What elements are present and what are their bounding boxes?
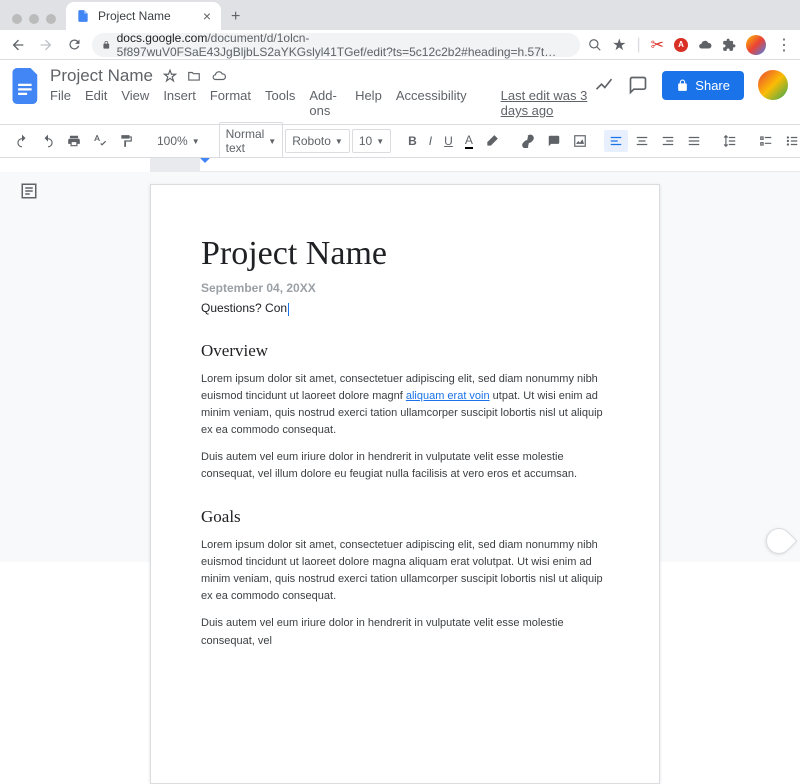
paint-format-button[interactable]	[114, 130, 138, 152]
browser-profile-avatar[interactable]	[746, 35, 766, 55]
underline-button[interactable]: U	[439, 130, 458, 152]
align-justify-button[interactable]	[682, 130, 706, 152]
menubar: File Edit View Insert Format Tools Add-o…	[50, 88, 594, 118]
menu-file[interactable]: File	[50, 88, 71, 118]
forward-button[interactable]	[36, 37, 56, 53]
align-center-button[interactable]	[630, 130, 654, 152]
tab-title: Project Name	[98, 9, 195, 23]
ruler[interactable]	[150, 158, 800, 172]
star-icon[interactable]	[163, 69, 177, 83]
tab-strip: Project Name × +	[0, 0, 800, 30]
doc-heading-overview: Overview	[201, 341, 609, 361]
reload-button[interactable]	[64, 37, 84, 52]
highlight-button[interactable]	[480, 130, 504, 152]
extension-scissors-icon[interactable]: ✂	[651, 35, 664, 55]
browser-tab[interactable]: Project Name ×	[66, 2, 221, 30]
doc-paragraph: Lorem ipsum dolor sit amet, consectetuer…	[201, 371, 609, 439]
extensions-icon[interactable]	[722, 38, 736, 52]
window-close[interactable]	[12, 14, 22, 24]
address-bar: docs.google.com/document/d/1olcn-5f897wu…	[0, 30, 800, 60]
window-minimize[interactable]	[29, 14, 39, 24]
last-edit-link[interactable]: Last edit was 3 days ago	[501, 88, 595, 118]
menu-accessibility[interactable]: Accessibility	[396, 88, 467, 118]
checklist-button[interactable]	[754, 130, 778, 152]
undo-button[interactable]	[10, 130, 34, 152]
doc-heading-goals: Goals	[201, 507, 609, 527]
browser-menu-icon[interactable]: ⋮	[776, 35, 792, 55]
menu-edit[interactable]: Edit	[85, 88, 107, 118]
doc-questions-line: Questions? Con	[201, 299, 609, 317]
bookmark-icon[interactable]: ★	[612, 35, 626, 55]
menu-tools[interactable]: Tools	[265, 88, 295, 118]
tab-close-icon[interactable]: ×	[203, 8, 211, 24]
zoom-dropdown[interactable]: 100%▼	[150, 129, 207, 153]
menu-view[interactable]: View	[121, 88, 149, 118]
docs-logo-icon[interactable]	[12, 68, 40, 104]
italic-button[interactable]: I	[424, 130, 437, 152]
explore-button[interactable]	[761, 523, 798, 560]
url-host: docs.google.com	[117, 31, 208, 45]
document-page[interactable]: Project Name September 04, 20XX Question…	[150, 184, 660, 784]
style-dropdown[interactable]: Normal text▼	[219, 122, 284, 160]
window-maximize[interactable]	[46, 14, 56, 24]
lock-icon	[102, 39, 111, 51]
text-cursor	[288, 303, 289, 316]
back-button[interactable]	[8, 37, 28, 53]
doc-paragraph: Lorem ipsum dolor sit amet, consectetuer…	[201, 537, 609, 605]
share-label: Share	[695, 78, 730, 93]
redo-button[interactable]	[36, 130, 60, 152]
doc-date: September 04, 20XX	[201, 281, 609, 295]
font-size-dropdown[interactable]: 10▼	[352, 129, 391, 153]
new-tab-button[interactable]: +	[221, 8, 250, 30]
extension-cloud-icon[interactable]	[698, 38, 712, 52]
share-button[interactable]: Share	[662, 71, 744, 100]
document-outline-button[interactable]	[20, 182, 130, 200]
browser-chrome: Project Name × + docs.google.com/documen…	[0, 0, 800, 60]
menu-format[interactable]: Format	[210, 88, 251, 118]
activity-icon[interactable]	[594, 75, 614, 95]
docs-header: Project Name File Edit View Insert Forma…	[0, 60, 800, 118]
doc-paragraph: Duis autem vel eum iriure dolor in hendr…	[201, 615, 609, 649]
text-color-button[interactable]: A	[460, 129, 478, 153]
menu-addons[interactable]: Add-ons	[309, 88, 341, 118]
bold-button[interactable]: B	[403, 130, 422, 152]
comments-icon[interactable]	[628, 75, 648, 95]
move-icon[interactable]	[187, 69, 201, 83]
cloud-status-icon[interactable]	[211, 69, 227, 83]
doc-link[interactable]: aliquam erat voin	[406, 390, 490, 402]
workspace: Project Name September 04, 20XX Question…	[0, 172, 800, 562]
user-avatar[interactable]	[758, 70, 788, 100]
toolbar: 100%▼ Normal text▼ Roboto▼ 10▼ B I U A 1…	[0, 124, 800, 158]
docs-favicon-icon	[76, 9, 90, 23]
line-spacing-button[interactable]	[718, 130, 742, 152]
bulleted-list-button[interactable]	[780, 130, 800, 152]
insert-image-button[interactable]	[568, 130, 592, 152]
print-button[interactable]	[62, 130, 86, 152]
font-dropdown[interactable]: Roboto▼	[285, 129, 350, 153]
url-box[interactable]: docs.google.com/document/d/1olcn-5f897wu…	[92, 33, 580, 57]
doc-paragraph: Duis autem vel eum iriure dolor in hendr…	[201, 449, 609, 483]
zoom-icon[interactable]	[588, 38, 602, 52]
menu-insert[interactable]: Insert	[163, 88, 196, 118]
extension-adblock-icon[interactable]: A	[674, 38, 688, 52]
doc-heading-1: Project Name	[201, 235, 609, 273]
align-right-button[interactable]	[656, 130, 680, 152]
address-actions: ★ | ✂ A ⋮	[588, 35, 792, 55]
insert-link-button[interactable]	[516, 130, 540, 152]
spellcheck-button[interactable]	[88, 130, 112, 152]
menu-help[interactable]: Help	[355, 88, 382, 118]
insert-comment-button[interactable]	[542, 130, 566, 152]
window-controls	[8, 14, 66, 30]
lock-icon	[676, 79, 689, 92]
document-title[interactable]: Project Name	[50, 66, 153, 86]
align-left-button[interactable]	[604, 130, 628, 152]
